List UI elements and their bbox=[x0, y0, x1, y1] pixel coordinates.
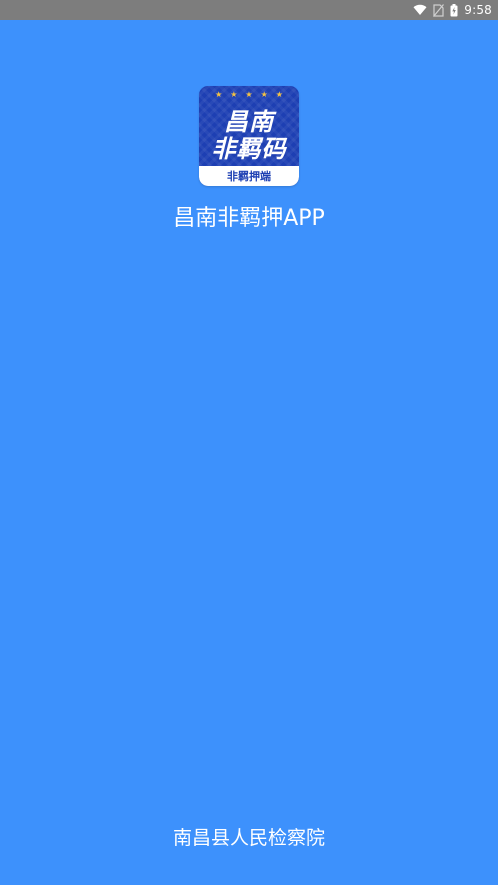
wifi-icon bbox=[413, 4, 427, 16]
logo-band: 非羁押端 bbox=[199, 166, 299, 186]
app-title: 昌南非羁押APP bbox=[173, 206, 325, 231]
app-logo: ★★★★★ 昌南 非羁码 非羁押端 bbox=[199, 86, 299, 186]
battery-charging-icon bbox=[450, 3, 458, 17]
stars-icon: ★★★★★ bbox=[215, 90, 291, 99]
organization-name: 南昌县人民检察院 bbox=[172, 827, 325, 849]
status-icons: 9:58 bbox=[413, 0, 492, 20]
status-bar: 9:58 bbox=[0, 0, 498, 20]
logo-text-line2: 非羁码 bbox=[211, 135, 287, 163]
no-sim-icon bbox=[433, 3, 445, 17]
status-time: 9:58 bbox=[464, 3, 492, 17]
